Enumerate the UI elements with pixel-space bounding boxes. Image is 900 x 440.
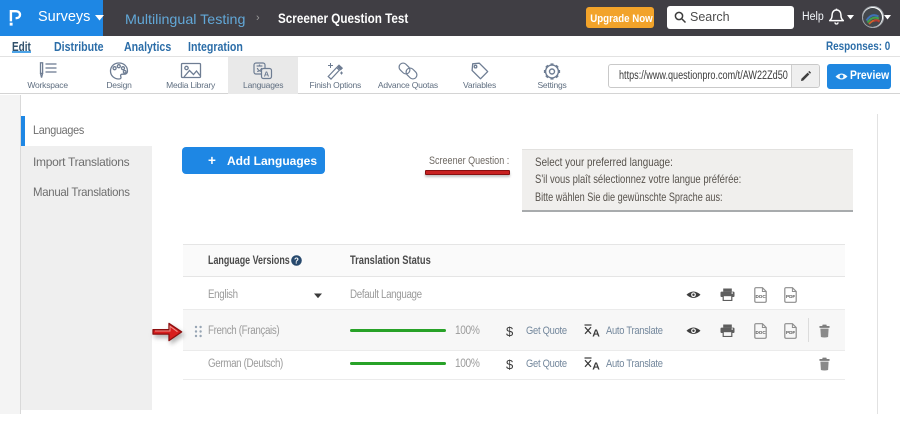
- svg-text:A: A: [592, 361, 600, 371]
- svg-text:A: A: [264, 70, 270, 79]
- svg-text:A: A: [592, 328, 600, 338]
- svg-text:DOC: DOC: [755, 294, 766, 299]
- svg-text:PDF: PDF: [786, 294, 795, 299]
- svg-text:?: ?: [294, 256, 299, 265]
- svg-text:PDF: PDF: [786, 330, 795, 335]
- svg-text:DOC: DOC: [755, 330, 766, 335]
